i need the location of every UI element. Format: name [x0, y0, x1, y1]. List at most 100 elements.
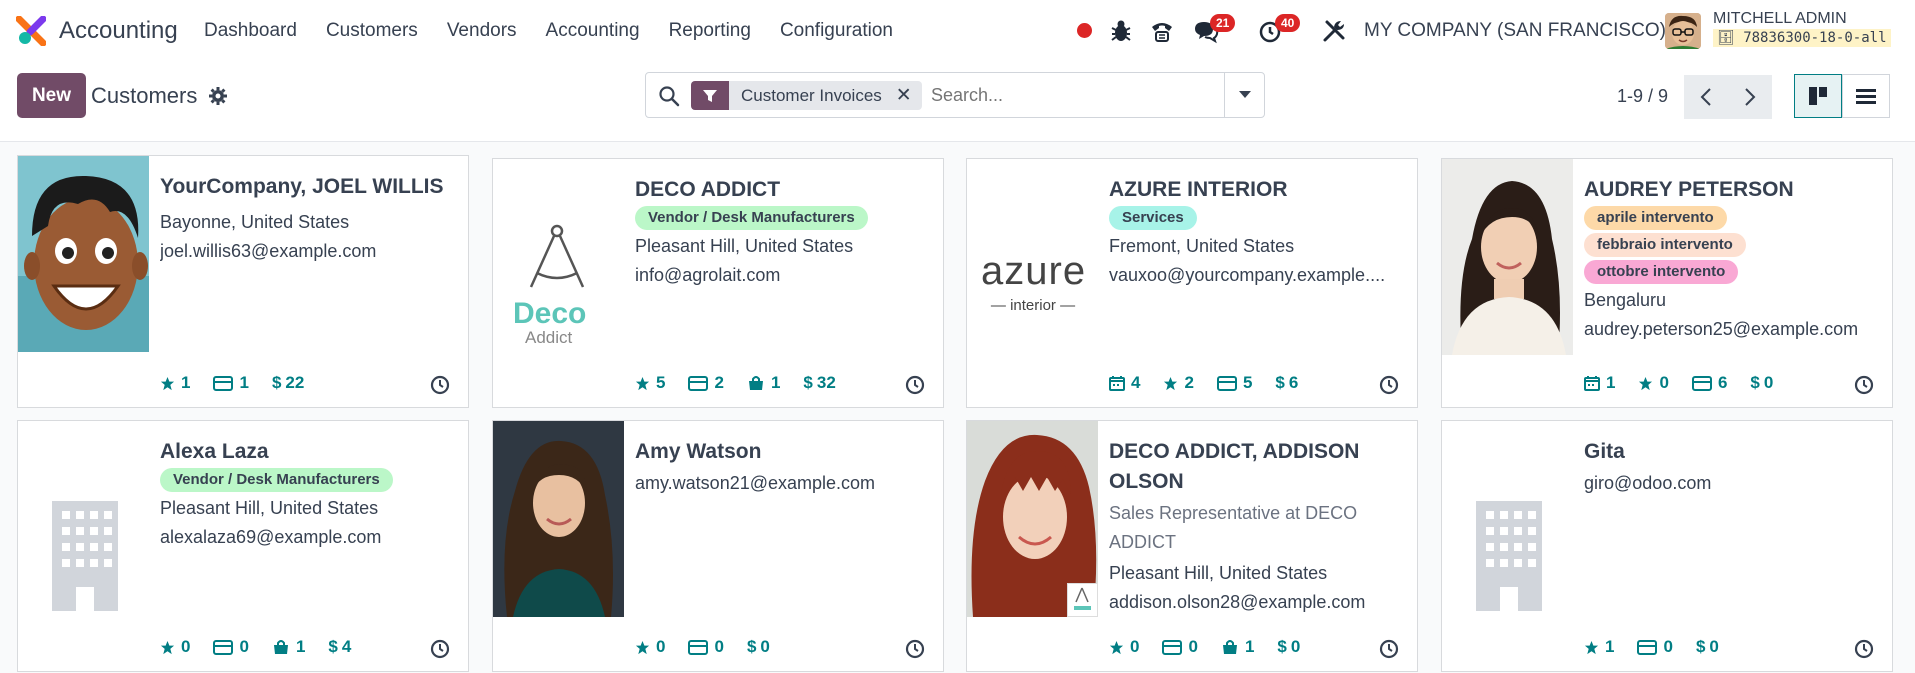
accounting-app-icon[interactable] [16, 16, 46, 46]
user-name[interactable]: MITCHELL ADMIN [1713, 10, 1847, 28]
stat-star[interactable]: 1 [1584, 637, 1614, 657]
star-icon [160, 640, 175, 654]
stat-invoices[interactable]: 0 [1162, 637, 1198, 657]
stat-amount[interactable]: $0 [1750, 373, 1773, 393]
credit-card-icon [1162, 639, 1183, 655]
card-stats: 1 1 $22 [160, 373, 327, 393]
stat-sales[interactable]: 1 [1221, 637, 1254, 657]
stat-star[interactable]: 0 [1638, 373, 1669, 393]
card-email: alexalaza69@example.com [160, 527, 382, 547]
activity-clock-icon[interactable] [430, 375, 450, 395]
stat-amount[interactable]: $0 [1696, 637, 1719, 657]
logo-line1: azure [981, 249, 1087, 293]
customer-card[interactable]: azure — interior — AZURE INTERIOR Servic… [966, 158, 1418, 408]
building-icon [52, 501, 118, 611]
dollar-icon: $ [1750, 373, 1760, 392]
customer-card[interactable]: Deco Addict DECO ADDICT Vendor / Desk Ma… [492, 158, 944, 408]
menu-vendors[interactable]: Vendors [447, 20, 517, 42]
tag: Services [1109, 206, 1197, 230]
customer-card[interactable]: Gita giro@odoo.com 1 0 $0 [1441, 420, 1893, 672]
customer-card[interactable]: Amy Watson amy.watson21@example.com 0 0 … [492, 420, 944, 672]
recording-indicator[interactable] [1077, 23, 1092, 38]
stat-amount[interactable]: $6 [1275, 373, 1298, 393]
activity-clock-icon[interactable] [1379, 639, 1399, 659]
logo-line1: Deco [513, 297, 587, 330]
pager-next-button[interactable] [1728, 75, 1772, 119]
activity-clock-icon[interactable] [905, 639, 925, 659]
credit-card-icon [1216, 375, 1237, 391]
stat-invoices[interactable]: 5 [1216, 373, 1252, 393]
card-email: addison.olson28@example.com [1109, 592, 1366, 612]
main-menu: Dashboard Customers Vendors Accounting R… [204, 20, 922, 42]
stat-invoices[interactable]: 0 [688, 637, 724, 657]
menu-reporting[interactable]: Reporting [669, 20, 751, 42]
dollar-icon: $ [1277, 637, 1287, 656]
company-switcher[interactable]: MY COMPANY (SAN FRANCISCO) [1364, 20, 1666, 42]
app-name[interactable]: Accounting [59, 17, 178, 45]
stat-star[interactable]: 5 [635, 373, 665, 393]
pager-value[interactable]: 1-9 / 9 [1617, 86, 1668, 107]
customer-card[interactable]: Alexa Laza Vendor / Desk Manufacturers P… [17, 420, 469, 672]
activity-clock-icon[interactable] [1854, 375, 1874, 395]
stat-meetings[interactable]: 1 [1584, 373, 1615, 393]
new-button[interactable]: New [17, 73, 86, 118]
activity-clock-icon[interactable] [1379, 375, 1399, 395]
stat-invoices[interactable]: 0 [1637, 637, 1673, 657]
pager-previous-button[interactable] [1684, 75, 1728, 119]
stat-invoices[interactable]: 0 [213, 637, 249, 657]
activity-clock-icon[interactable] [1854, 639, 1874, 659]
star-icon [1164, 376, 1178, 390]
stat-amount[interactable]: $32 [803, 373, 835, 393]
tag: Vendor / Desk Manufacturers [160, 468, 393, 492]
company-logo: azure — interior — [967, 159, 1098, 355]
menu-configuration[interactable]: Configuration [780, 20, 893, 42]
kanban-view-button[interactable] [1794, 74, 1842, 118]
avatar [18, 156, 149, 352]
tag: Vendor / Desk Manufacturers [635, 206, 868, 230]
stat-star[interactable]: 0 [635, 637, 665, 657]
activity-clock-icon[interactable] [905, 375, 925, 395]
stat-meetings[interactable]: 4 [1109, 373, 1140, 393]
stat-star[interactable]: 2 [1163, 373, 1194, 393]
menu-accounting[interactable]: Accounting [546, 20, 640, 42]
stat-amount[interactable]: $4 [328, 637, 351, 657]
user-avatar[interactable] [1665, 13, 1701, 49]
list-view-button[interactable] [1842, 74, 1890, 118]
stat-amount[interactable]: $0 [747, 637, 770, 657]
activity-clock-icon[interactable] [430, 639, 450, 659]
bug-icon[interactable] [1107, 17, 1135, 45]
stat-amount[interactable]: $22 [272, 373, 304, 393]
stat-amount[interactable]: $0 [1277, 637, 1300, 657]
customer-card[interactable]: DECO ADDICT, ADDISON OLSON Sales Represe… [966, 420, 1418, 672]
avatar [493, 421, 624, 617]
star-icon [1639, 376, 1653, 390]
customer-card[interactable]: YourCompany, JOEL WILLIS Bayonne, United… [17, 155, 469, 408]
menu-customers[interactable]: Customers [326, 20, 418, 42]
search-bar: Customer Invoices ✕ [645, 72, 1265, 118]
stat-invoices[interactable]: 1 [213, 373, 249, 393]
stat-sales[interactable]: 1 [747, 373, 780, 393]
company-placeholder [18, 421, 149, 617]
stat-invoices[interactable]: 2 [688, 373, 724, 393]
tag: aprile intervento [1584, 206, 1727, 230]
avatar [1442, 159, 1573, 355]
gear-icon[interactable] [208, 86, 228, 106]
stat-star[interactable]: 1 [160, 373, 190, 393]
stat-sales[interactable]: 1 [272, 637, 305, 657]
customer-card[interactable]: AUDREY PETERSON aprile intervento febbra… [1441, 158, 1893, 408]
stat-star[interactable]: 0 [1109, 637, 1139, 657]
card-address: Pleasant Hill, United States [160, 498, 379, 518]
search-options-toggle[interactable] [1224, 73, 1264, 117]
search-input[interactable] [931, 81, 1221, 110]
activities-badge: 40 [1275, 14, 1301, 32]
company-badge-logo [1067, 583, 1098, 617]
stat-star[interactable]: 0 [160, 637, 190, 657]
search-icon[interactable] [658, 85, 680, 107]
stat-invoices[interactable]: 6 [1691, 373, 1727, 393]
star-icon [635, 640, 650, 654]
card-stats: 4 2 5 $6 [1109, 373, 1321, 393]
phone-icon[interactable] [1148, 17, 1176, 45]
remove-filter-icon[interactable]: ✕ [896, 81, 912, 110]
menu-dashboard[interactable]: Dashboard [204, 20, 297, 42]
tools-icon[interactable] [1320, 17, 1348, 45]
